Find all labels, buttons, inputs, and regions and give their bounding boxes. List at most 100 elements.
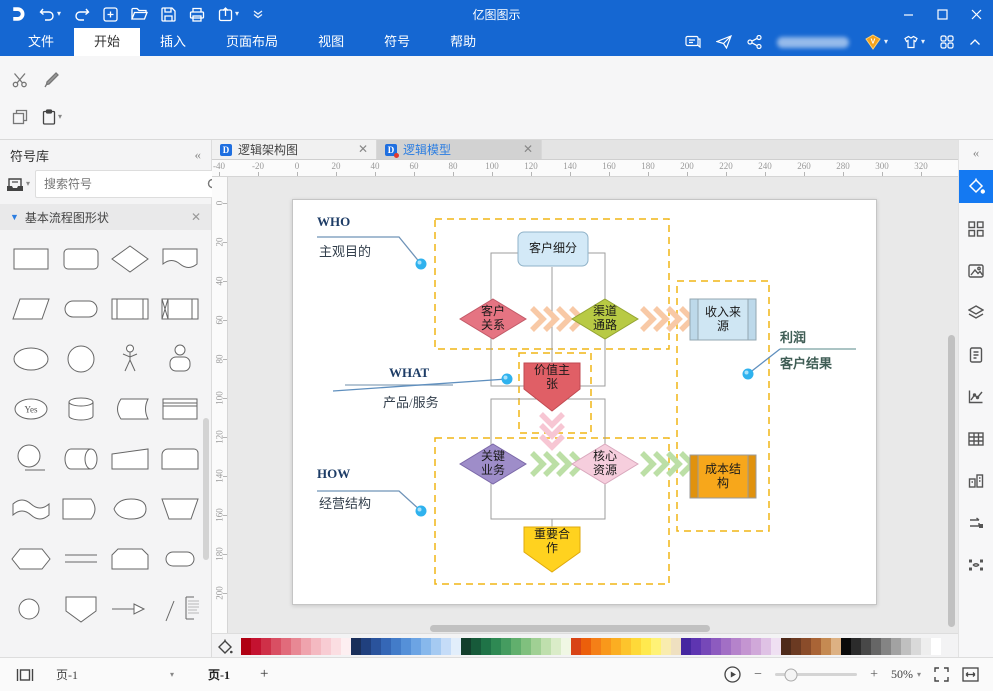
color-swatch[interactable] (431, 638, 441, 655)
color-swatch[interactable] (591, 638, 601, 655)
chart-panel-icon[interactable] (959, 380, 993, 413)
who-label[interactable]: WHO (317, 214, 350, 230)
color-swatch[interactable] (721, 638, 731, 655)
zoom-level-select[interactable]: 50%▾ (891, 667, 921, 682)
drawing-page[interactable]: 客户细分 客户关系 渠道通路 价值主张 关键业务 核心资源 (292, 199, 877, 605)
document-tab-2[interactable]: D逻辑模型✕ (377, 140, 542, 159)
color-swatch[interactable] (281, 638, 291, 655)
menu-tab-3[interactable]: 插入 (140, 28, 206, 56)
close-tab-icon[interactable]: ✕ (523, 142, 533, 157)
color-swatch[interactable] (681, 638, 691, 655)
color-swatch[interactable] (771, 638, 781, 655)
library-shape-rounded-top-rect[interactable] (155, 436, 205, 481)
org-panel-icon[interactable] (959, 464, 993, 497)
color-swatch[interactable] (341, 638, 351, 655)
color-swatch[interactable] (801, 638, 811, 655)
color-swatch[interactable] (881, 638, 891, 655)
color-swatch[interactable] (811, 638, 821, 655)
color-swatch[interactable] (461, 638, 471, 655)
color-swatch[interactable] (351, 638, 361, 655)
color-swatch[interactable] (251, 638, 261, 655)
color-swatch[interactable] (831, 638, 841, 655)
library-shape-pentagon-down[interactable] (56, 586, 106, 631)
feedback-icon[interactable] (685, 35, 701, 49)
library-shape-rect[interactable] (6, 236, 56, 281)
more-commands-icon[interactable] (252, 9, 264, 19)
library-shape-inverted-trapezoid[interactable] (155, 486, 205, 531)
how-label[interactable]: HOW (317, 466, 350, 482)
color-swatch[interactable] (581, 638, 591, 655)
who-sublabel[interactable]: 主观目的 (319, 241, 371, 260)
library-shape-hexagon[interactable] (6, 536, 56, 581)
image-panel-icon[interactable] (959, 254, 993, 287)
color-swatch[interactable] (891, 638, 901, 655)
library-shape-curved-rect[interactable] (106, 386, 156, 431)
color-swatch[interactable] (371, 638, 381, 655)
color-swatch[interactable] (791, 638, 801, 655)
symbol-search-input[interactable] (36, 177, 207, 192)
color-swatch[interactable] (561, 638, 571, 655)
save-button[interactable] (161, 7, 176, 22)
cut-button[interactable] (12, 72, 29, 88)
color-swatch[interactable] (851, 638, 861, 655)
color-swatch[interactable] (411, 638, 421, 655)
page-dropdown[interactable]: 页-1▾ (56, 666, 174, 683)
minimize-button[interactable] (891, 0, 925, 28)
vip-badge-icon[interactable]: V ▾ (864, 34, 888, 50)
color-swatch[interactable] (781, 638, 791, 655)
print-button[interactable] (189, 7, 205, 22)
zoom-slider[interactable] (775, 673, 857, 676)
color-swatch[interactable] (611, 638, 621, 655)
library-shape-internal-storage[interactable] (155, 286, 205, 331)
library-shape-stadium-small[interactable] (155, 536, 205, 581)
shape-customer-segment[interactable]: 客户细分 (517, 231, 589, 267)
library-shape-circle-underline[interactable] (6, 436, 56, 481)
library-shape-h-cylinder[interactable] (56, 436, 106, 481)
copy-button[interactable] (12, 109, 28, 125)
send-icon[interactable] (716, 35, 732, 49)
library-shape-person[interactable] (155, 336, 205, 381)
what-label[interactable]: WHAT (389, 365, 429, 381)
shape-cost[interactable]: 成本结构 (689, 454, 757, 499)
new-document-button[interactable] (103, 7, 118, 22)
menu-tab-6[interactable]: 符号 (364, 28, 430, 56)
zoom-slider-thumb[interactable] (785, 668, 798, 681)
color-swatch[interactable] (291, 638, 301, 655)
color-swatch[interactable] (361, 638, 371, 655)
color-swatch[interactable] (441, 638, 451, 655)
library-shape-parallelogram[interactable] (6, 286, 56, 331)
fit-width-icon[interactable] (962, 667, 979, 682)
close-section-icon[interactable]: ✕ (191, 210, 201, 225)
document-tab-1[interactable]: D逻辑架构图✕ (212, 140, 377, 159)
canvas-area[interactable]: 020406080100120140160180200 (212, 177, 958, 633)
theme-icon[interactable]: ▾ (903, 35, 925, 49)
action-handles-panel-icon[interactable] (959, 548, 993, 581)
color-swatch[interactable] (331, 638, 341, 655)
color-swatch[interactable] (241, 638, 251, 655)
how-sublabel[interactable]: 经营结构 (319, 493, 371, 512)
color-swatch[interactable] (301, 638, 311, 655)
format-painter-button[interactable] (43, 72, 59, 88)
symbol-search-box[interactable] (35, 170, 227, 198)
color-swatch[interactable] (821, 638, 831, 655)
paste-button[interactable]: ▾ (42, 109, 62, 125)
close-button[interactable] (959, 0, 993, 28)
collapse-panel-icon[interactable]: « (195, 147, 202, 163)
library-shape-stick-figure[interactable] (106, 336, 156, 381)
apps-grid-icon[interactable] (940, 35, 954, 49)
color-swatch[interactable] (841, 638, 851, 655)
color-swatch[interactable] (641, 638, 651, 655)
color-swatch[interactable] (481, 638, 491, 655)
add-page-button[interactable]: + (260, 666, 268, 683)
color-swatch[interactable] (651, 638, 661, 655)
color-swatch[interactable] (551, 638, 561, 655)
color-swatch[interactable] (381, 638, 391, 655)
collapse-ribbon-icon[interactable] (969, 38, 981, 46)
shape-partnership[interactable]: 重要合作 (523, 526, 581, 573)
open-file-button[interactable] (131, 7, 148, 21)
maximize-button[interactable] (925, 0, 959, 28)
library-shape-wave[interactable] (6, 486, 56, 531)
fullscreen-icon[interactable] (934, 667, 949, 682)
canvas-horizontal-scrollbar[interactable] (430, 625, 710, 632)
table-panel-icon[interactable] (959, 422, 993, 455)
